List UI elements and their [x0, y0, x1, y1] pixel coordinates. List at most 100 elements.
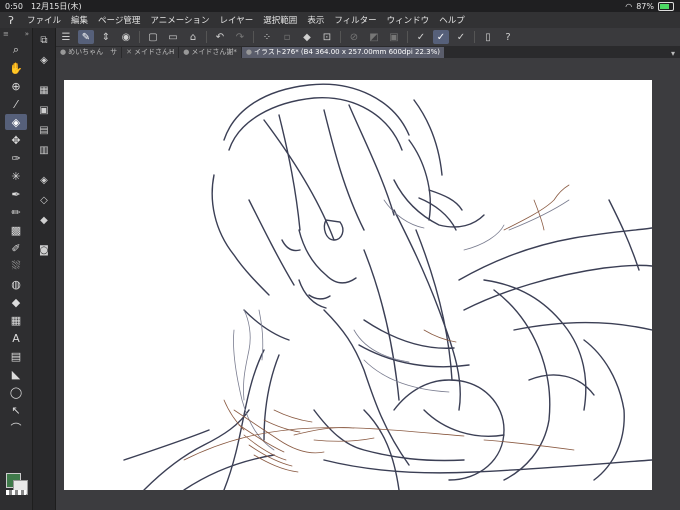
tool-palette: ≡» ⌕ ✋ ⊕ ⁄ ◈ ✥ ✑ ✳ ✒ ✏ ▩ ✐ ⛆ ◍ ◆ ▦ A ▤ ◣… [0, 28, 33, 510]
wifi-icon: ◠ [625, 1, 633, 11]
transform-icon[interactable]: ⊡ [319, 30, 335, 44]
canvas-area[interactable] [56, 58, 680, 510]
menu-layer[interactable]: レイヤー [215, 14, 259, 26]
navigator-icon[interactable]: ▣ [36, 102, 52, 118]
new-file-icon[interactable]: ▢ [145, 30, 161, 44]
menu-file[interactable]: ファイル [22, 14, 66, 26]
correct-line-tool-icon[interactable]: ↖ [5, 402, 27, 418]
tool-palette-header: ≡» [0, 28, 32, 40]
collapse-icon[interactable]: ≡ [3, 30, 9, 38]
redo-icon[interactable]: ↷ [232, 30, 248, 44]
eraser-sub-icon[interactable]: ◈ [36, 172, 52, 188]
move-tool-icon[interactable]: ✥ [5, 132, 27, 148]
texture-tool-icon[interactable]: ▩ [5, 222, 27, 238]
deselect-icon[interactable]: ⊘ [346, 30, 362, 44]
layers-icon[interactable]: ◈ [36, 52, 52, 68]
tab-modified-icon: ● [245, 48, 252, 56]
eyedropper-tool-icon[interactable]: ⁄ [5, 96, 27, 112]
kneaded-eraser-sub-icon[interactable]: ◆ [36, 212, 52, 228]
menu-selection[interactable]: 選択範囲 [258, 14, 302, 26]
clear-icon[interactable]: ⁘ [259, 30, 275, 44]
stroke-a-icon[interactable]: ✓ [413, 30, 429, 44]
text-tool-icon[interactable]: A [5, 330, 27, 346]
pen-tool-icon[interactable]: ✒ [5, 186, 27, 202]
pen-tool-toggle-icon[interactable]: ✎ [78, 30, 94, 44]
tab-label: めいちゃん サ [68, 48, 118, 56]
menu-bar: ʔ ファイル 編集 ページ管理 アニメーション レイヤー 選択範囲 表示 フィル… [0, 12, 680, 28]
property-icon[interactable]: ▥ [36, 142, 52, 158]
ios-status-bar: 0:50 12月15日(木) ◠ 87% [0, 0, 680, 12]
selection-pen-tool-icon[interactable]: ✑ [5, 150, 27, 166]
menu-view[interactable]: 表示 [302, 14, 329, 26]
eraser-tool-icon[interactable]: ◈ [5, 114, 27, 130]
sketch-artwork [123, 83, 652, 490]
invert-selection-icon[interactable]: ◩ [366, 30, 382, 44]
gradient-tool-icon[interactable]: ▦ [5, 312, 27, 328]
menu-animation[interactable]: アニメーション [145, 14, 214, 26]
color-indicator[interactable] [6, 473, 28, 495]
zoom-tool-icon[interactable]: ⌕ [5, 42, 27, 58]
expand-icon[interactable]: » [25, 30, 29, 38]
hand-tool-icon[interactable]: ✋ [5, 60, 27, 76]
clip-studio-logo-icon[interactable]: ʔ [0, 14, 22, 27]
pencil-tool-icon[interactable]: ✏ [5, 204, 27, 220]
tab-document-3[interactable]: ● メイドさん謝* [179, 47, 241, 58]
tab-label: メイドさんH [133, 48, 175, 56]
soft-eraser-sub-icon[interactable]: ◇ [36, 192, 52, 208]
crop-icon[interactable]: ▣ [386, 30, 402, 44]
sparkle-tool-icon[interactable]: ✳ [5, 168, 27, 184]
fill-tool-icon[interactable]: ◆ [5, 294, 27, 310]
transparent-color-swatch[interactable] [6, 490, 26, 495]
battery-icon [658, 1, 674, 11]
material-icon[interactable]: ▤ [36, 122, 52, 138]
view-icon[interactable]: ◉ [118, 30, 134, 44]
menu-help[interactable]: ヘルプ [434, 14, 470, 26]
tab-document-2[interactable]: ✕ メイドさんH [122, 47, 179, 58]
menu-filter[interactable]: フィルター [329, 14, 381, 26]
fill-icon[interactable]: ◆ [299, 30, 315, 44]
updown-icon[interactable]: ⇕ [98, 30, 114, 44]
sub-tool-strip: ⧉ ◈ ▦ ▣ ▤ ▥ ◈ ◇ ◆ ◙ [33, 28, 56, 510]
help-icon[interactable]: ? [500, 30, 516, 44]
balloon-tool-icon[interactable]: ◯ [5, 384, 27, 400]
command-bar: ☰ ✎ ⇕ ◉ ▢ ▭ ⌂ ↶ ↷ ⁘ ▫ ◆ ⊡ ⊘ ◩ ▣ ✓ ✓ ✓ ▯ … [56, 28, 680, 47]
tab-modified-icon: ● [60, 48, 67, 56]
operation-tool-icon[interactable]: ⊕ [5, 78, 27, 94]
battery-percent: 87% [636, 1, 654, 11]
layer-stack-icon[interactable]: ⧉ [36, 32, 52, 48]
separator [139, 31, 140, 43]
tab-overflow-icon[interactable]: ▾ [671, 49, 680, 58]
stroke-b-icon[interactable]: ✓ [433, 30, 449, 44]
tab-label: イラスト276* (B4 364.00 x 257.00mm 600dpi 22… [253, 48, 440, 56]
drawing-canvas[interactable] [64, 80, 652, 490]
separator [253, 31, 254, 43]
stroke-c-icon[interactable]: ✓ [453, 30, 469, 44]
separator [206, 31, 207, 43]
tab-document-1[interactable]: ● めいちゃん サ [56, 47, 122, 58]
curve-tool-icon[interactable]: ⌒ [5, 420, 27, 436]
separator [407, 31, 408, 43]
status-right: ◠ 87% [625, 1, 674, 11]
save-icon[interactable]: ⌂ [185, 30, 201, 44]
separator [340, 31, 341, 43]
camera-icon[interactable]: ◙ [36, 242, 52, 258]
copy-icon[interactable]: ▫ [279, 30, 295, 44]
menu-page[interactable]: ページ管理 [93, 14, 145, 26]
status-time: 0:50 [5, 1, 23, 11]
airbrush-tool-icon[interactable]: ⛆ [5, 258, 27, 274]
undo-icon[interactable]: ↶ [212, 30, 228, 44]
menu-window[interactable]: ウィンドウ [382, 14, 435, 26]
tab-document-active[interactable]: ● イラスト276* (B4 364.00 x 257.00mm 600dpi 2… [241, 47, 444, 58]
status-date: 12月15日(木) [30, 1, 82, 11]
open-folder-icon[interactable]: ▭ [165, 30, 181, 44]
blend-tool-icon[interactable]: ◍ [5, 276, 27, 292]
tab-close-icon[interactable]: ✕ [126, 48, 132, 56]
frame-tool-icon[interactable]: ▤ [5, 348, 27, 364]
ruler-tool-icon[interactable]: ◣ [5, 366, 27, 382]
device-icon[interactable]: ▯ [480, 30, 496, 44]
menu-edit[interactable]: 編集 [66, 14, 93, 26]
brush-tool-icon[interactable]: ✐ [5, 240, 27, 256]
hamburger-menu-icon[interactable]: ☰ [58, 30, 74, 44]
layer-panel-icon[interactable]: ▦ [36, 82, 52, 98]
tab-modified-icon: ● [183, 48, 190, 56]
